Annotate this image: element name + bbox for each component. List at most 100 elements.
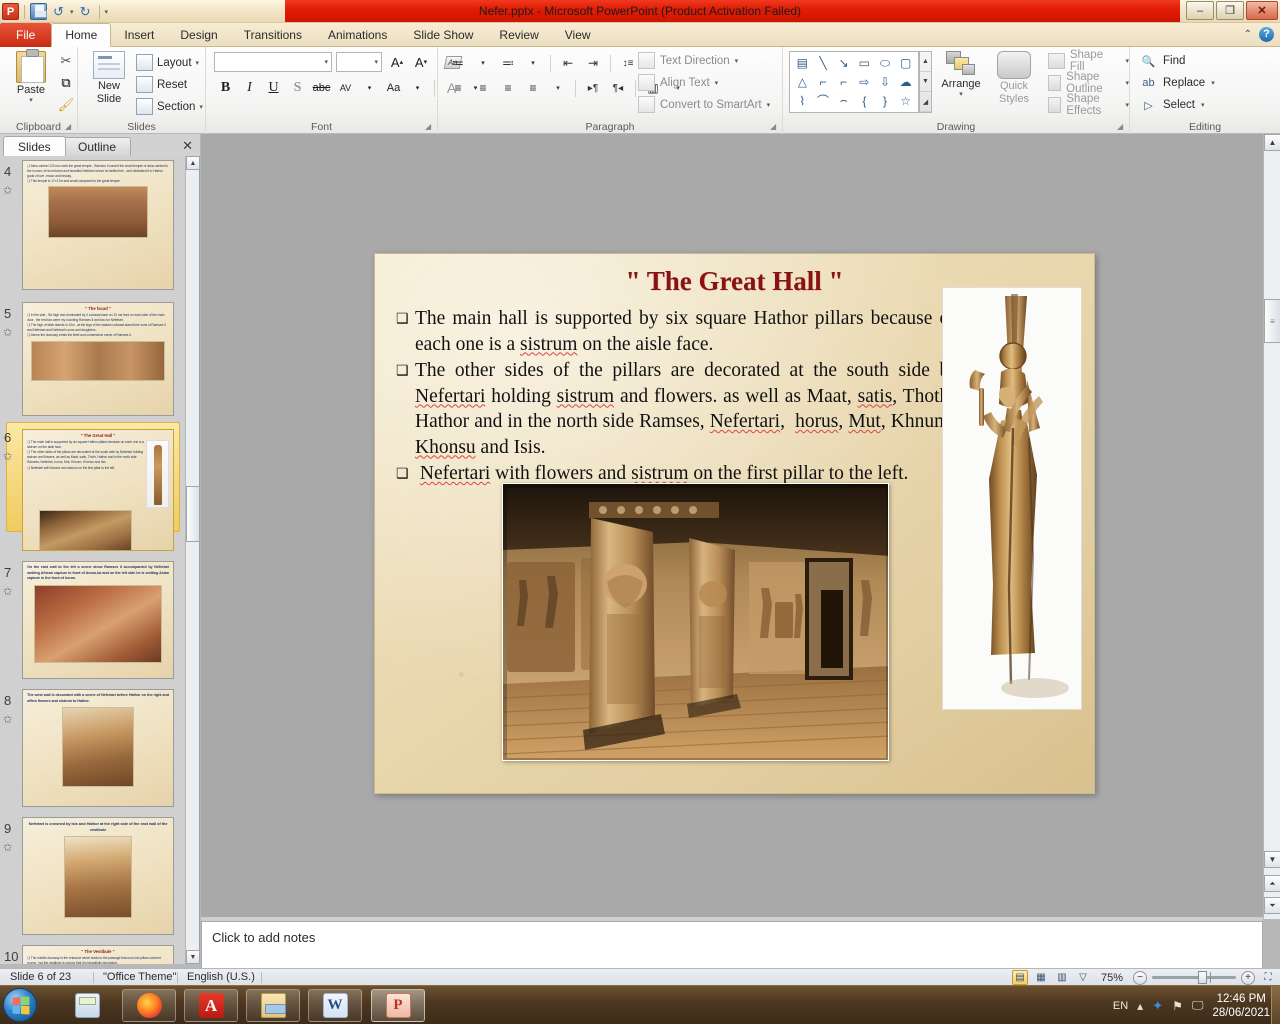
align-center-button[interactable]: ≡ <box>471 77 495 99</box>
shape-arc-icon[interactable]: ⌢ <box>833 91 854 110</box>
shape-star-icon[interactable]: ☆ <box>895 91 916 110</box>
slide-thumbnail[interactable]: " The facad " ❑ In the side , Six high a… <box>22 302 174 416</box>
increase-indent-button[interactable]: ⇥ <box>581 52 605 74</box>
shape-scribble-icon[interactable]: ⌇ <box>792 91 813 110</box>
shapes-gallery-scrollbar[interactable]: ▲ ▼ ◢ <box>919 51 932 113</box>
align-left-button[interactable]: ≡ <box>446 77 470 99</box>
gallery-scroll-down-icon[interactable]: ▼ <box>920 72 931 92</box>
strikethrough-button[interactable]: abc <box>310 77 333 99</box>
tab-insert[interactable]: Insert <box>111 23 167 47</box>
start-button[interactable] <box>3 988 37 1022</box>
decrease-indent-button[interactable]: ⇤ <box>556 52 580 74</box>
pane-scroll-down-button[interactable]: ▼ <box>186 950 200 964</box>
bullets-button[interactable]: ≔ <box>446 52 470 74</box>
show-desktop-button[interactable] <box>1271 986 1280 1024</box>
shape-textbox-icon[interactable]: ▤ <box>792 54 813 73</box>
font-family-input[interactable]: ▾ <box>214 52 332 72</box>
gallery-expand-icon[interactable]: ◢ <box>920 92 931 112</box>
scroll-down-button[interactable]: ▼ <box>1264 851 1280 868</box>
numbering-button[interactable]: ≕ <box>496 52 520 74</box>
taskbar-item-word[interactable]: W <box>308 989 362 1022</box>
view-reading-button[interactable]: ▥ <box>1054 970 1070 985</box>
view-slide-show-button[interactable]: ▽ <box>1075 970 1091 985</box>
collapse-ribbon-icon[interactable]: ⌃ <box>1244 29 1252 40</box>
slide-thumbnail[interactable]: Nefertari is crowned by Isis and Hathor … <box>22 817 174 935</box>
notes-pane[interactable]: Click to add notes <box>201 921 1263 969</box>
paragraph-dialog-launcher[interactable]: ◢ <box>770 122 779 131</box>
shape-right-arrow-icon[interactable]: ⇨ <box>854 73 875 92</box>
change-case-dropdown-icon[interactable]: ▾ <box>406 77 429 99</box>
network-icon[interactable]: ⚑ <box>1172 999 1183 1013</box>
shapes-gallery[interactable]: ▤ ╲ ↘ ▭ ⬭ ▢ △ ⌐ ⌐ ⇨ ⇩ ☁ ⌇ ⌒ ⌢ { } ☆ <box>789 51 919 113</box>
next-slide-button[interactable]: ⏷ <box>1264 897 1280 914</box>
copy-icon[interactable]: ⧉ <box>56 73 76 93</box>
slide-thumbnail[interactable]: The west wall is decorated with a scene … <box>22 689 174 807</box>
replace-button[interactable]: ab Replace ▾ <box>1140 75 1215 91</box>
bold-button[interactable]: B <box>214 77 237 99</box>
scroll-thumb[interactable]: ≡ <box>1264 299 1280 343</box>
chevron-down-icon[interactable]: ▾ <box>324 58 328 66</box>
zoom-out-button[interactable]: − <box>1133 970 1147 985</box>
list-item[interactable]: 6 ✩ " The Great Hall " ❑ The main hall i… <box>0 422 185 557</box>
paste-dropdown-icon[interactable]: ▾ <box>8 96 54 104</box>
zoom-in-button[interactable]: + <box>1241 970 1255 985</box>
tab-animations[interactable]: Animations <box>315 23 400 47</box>
layout-button[interactable]: Layout ▾ <box>136 52 199 73</box>
shape-rectangle-icon[interactable]: ▭ <box>854 54 875 73</box>
character-spacing-button[interactable]: AV <box>334 77 357 99</box>
chevron-down-icon[interactable]: ▾ <box>1201 101 1205 109</box>
quick-styles-button[interactable]: Quick Styles <box>988 51 1040 105</box>
section-button[interactable]: Section ▾ <box>136 96 203 117</box>
slide-editing-area[interactable]: " The Great Hall " ❑ The main hall is su… <box>201 134 1263 919</box>
list-item[interactable]: 5 ✩ " The facad " ❑ In the side , Six hi… <box>0 298 185 422</box>
paste-button[interactable]: Paste ▾ <box>8 49 54 104</box>
reset-button[interactable]: Reset <box>136 74 187 95</box>
close-button[interactable]: ✕ <box>1246 1 1278 20</box>
slide-body-textbox[interactable]: ❑ The main hall is supported by six squa… <box>393 306 959 488</box>
layout-dropdown-icon[interactable]: ▾ <box>196 59 200 67</box>
justify-dropdown-icon[interactable]: ▾ <box>546 77 570 99</box>
slide-thumbnail-selected[interactable]: " The Great Hall " ❑ The main hall is su… <box>22 429 174 551</box>
shape-elbow-connector-icon[interactable]: ⌐ <box>813 73 834 92</box>
slide-area-scrollbar[interactable]: ▲ ≡ ▼ ⏶ ⏷ <box>1263 134 1280 919</box>
help-icon[interactable]: ? <box>1259 27 1274 42</box>
find-button[interactable]: 🔍 Find <box>1140 53 1186 69</box>
shape-arrow-icon[interactable]: ↘ <box>833 54 854 73</box>
minimize-button[interactable]: – <box>1186 1 1214 20</box>
slide-counter[interactable]: Slide 6 of 23 <box>0 969 81 986</box>
format-painter-icon[interactable]: 🖌 <box>56 95 76 115</box>
slide-thumbnail[interactable]: On the east wall to the left a scene sho… <box>22 561 174 679</box>
tab-transitions[interactable]: Transitions <box>231 23 315 47</box>
convert-to-smartart-button[interactable]: Convert to SmartArt ▾ <box>638 96 770 113</box>
tab-review[interactable]: Review <box>486 23 551 47</box>
font-dialog-launcher[interactable]: ◢ <box>425 122 434 131</box>
shape-right-brace-icon[interactable]: } <box>875 91 896 110</box>
increase-font-size-button[interactable]: A ▴ <box>386 52 408 72</box>
numbering-dropdown-icon[interactable]: ▾ <box>521 52 545 74</box>
pane-scroll-up-button[interactable]: ▲ <box>186 156 200 170</box>
shape-effects-button[interactable]: Shape Effects ▾ <box>1048 93 1129 117</box>
close-pane-icon[interactable]: ✕ <box>182 138 193 154</box>
fit-slide-to-window-button[interactable]: ⛶ <box>1260 970 1276 985</box>
rtl-direction-button[interactable]: ¶◂ <box>606 77 630 99</box>
shape-elbow-arrow-icon[interactable]: ⌐ <box>833 73 854 92</box>
pane-scroll-thumb[interactable] <box>186 486 200 542</box>
decrease-font-size-button[interactable]: A ▾ <box>410 52 432 72</box>
shape-rounded-rect-icon[interactable]: ▢ <box>895 54 916 73</box>
bullet-item[interactable]: ❑ The other sides of the pillars are dec… <box>393 358 959 460</box>
font-size-input[interactable]: ▾ <box>336 52 382 72</box>
taskbar-item-file-explorer[interactable] <box>246 989 300 1022</box>
shape-left-brace-icon[interactable]: { <box>854 91 875 110</box>
align-right-button[interactable]: ≡ <box>496 77 520 99</box>
section-dropdown-icon[interactable]: ▾ <box>199 103 203 111</box>
cut-icon[interactable]: ✂ <box>56 51 76 71</box>
slide-thumbnail-list[interactable]: 4 ✩ ❑ Abou-simbel 120 ms north the great… <box>0 156 185 964</box>
chevron-down-icon[interactable]: ▾ <box>1211 79 1215 87</box>
zoom-slider[interactable] <box>1152 971 1236 984</box>
tab-slide-show[interactable]: Slide Show <box>400 23 486 47</box>
chevron-down-icon[interactable]: ▾ <box>715 79 719 87</box>
nefertari-statue-image[interactable] <box>942 287 1082 710</box>
text-shadow-button[interactable]: S <box>286 77 309 99</box>
justify-button[interactable]: ≡ <box>521 77 545 99</box>
zoom-slider-thumb[interactable] <box>1198 971 1207 984</box>
